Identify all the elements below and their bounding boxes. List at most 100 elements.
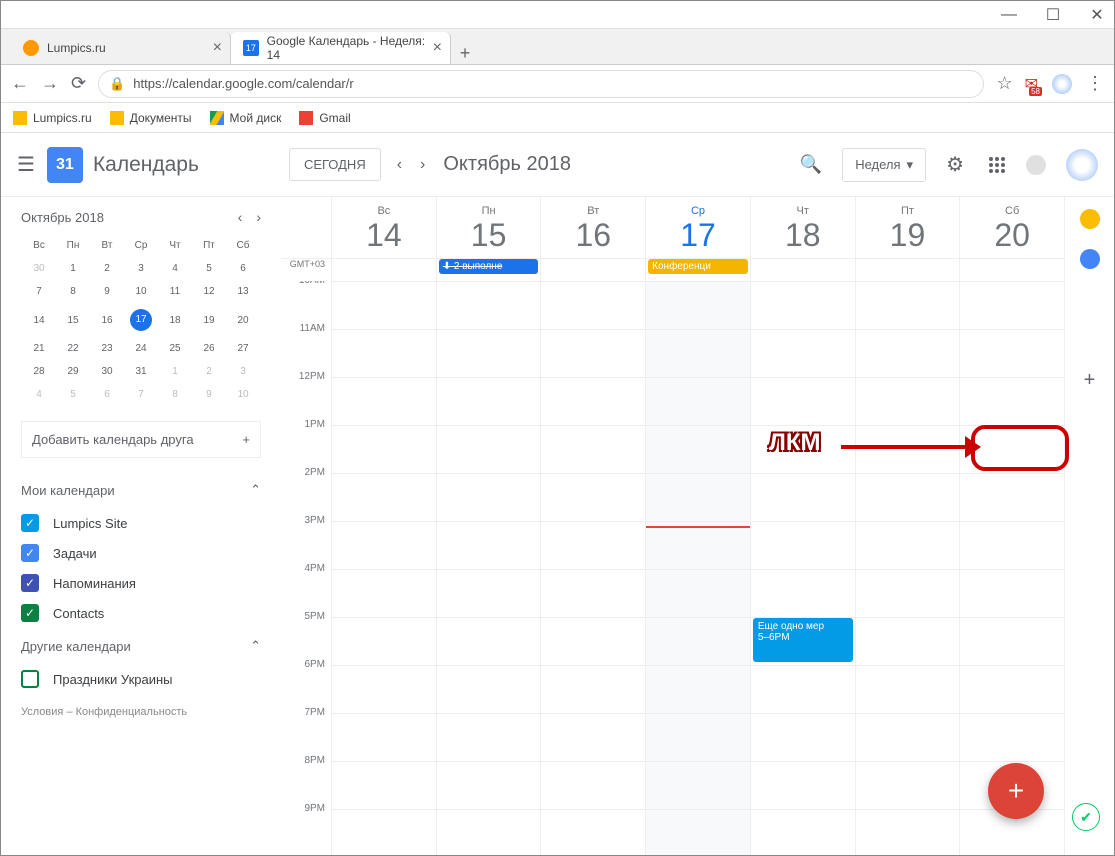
time-cell[interactable]: [750, 761, 855, 809]
mini-day[interactable]: 13: [227, 281, 259, 302]
time-cell[interactable]: [645, 761, 750, 809]
time-cell[interactable]: [331, 809, 436, 855]
mini-day[interactable]: 4: [23, 384, 55, 405]
time-cell[interactable]: [436, 569, 541, 617]
new-tab-button[interactable]: +: [451, 43, 479, 64]
mini-day[interactable]: 1: [57, 258, 89, 279]
time-cell[interactable]: [959, 473, 1064, 521]
bookmark-item[interactable]: Gmail: [299, 111, 350, 125]
time-cell[interactable]: [540, 809, 645, 855]
mini-day[interactable]: 18: [159, 304, 191, 336]
other-calendars-toggle[interactable]: Другие календари ⌃: [21, 628, 261, 664]
mini-day[interactable]: 20: [227, 304, 259, 336]
time-cell[interactable]: [436, 809, 541, 855]
profile-extension-icon[interactable]: [1052, 74, 1072, 94]
time-cell[interactable]: [750, 281, 855, 329]
browser-tab-1[interactable]: 17 Google Календарь - Неделя: 14 ×: [231, 32, 451, 64]
time-cell[interactable]: [645, 569, 750, 617]
mini-day[interactable]: 31: [125, 361, 157, 382]
time-cell[interactable]: [645, 473, 750, 521]
mini-day[interactable]: 5: [57, 384, 89, 405]
time-cell[interactable]: Еще одно мер5–6PM: [750, 617, 855, 665]
time-cell[interactable]: [959, 281, 1064, 329]
checkbox[interactable]: [21, 670, 39, 688]
mini-day[interactable]: 21: [23, 338, 55, 359]
time-cell[interactable]: [645, 713, 750, 761]
mini-day[interactable]: 29: [57, 361, 89, 382]
prev-week-button[interactable]: ‹: [397, 156, 402, 174]
allday-cell[interactable]: [750, 259, 855, 281]
allday-cell[interactable]: [331, 259, 436, 281]
mini-day[interactable]: 15: [57, 304, 89, 336]
mini-day[interactable]: 7: [23, 281, 55, 302]
close-tab-icon[interactable]: ×: [433, 39, 442, 57]
mini-next-button[interactable]: ›: [256, 209, 261, 225]
calendar-item[interactable]: ✓Напоминания: [21, 568, 261, 598]
time-cell[interactable]: [855, 809, 960, 855]
time-cell[interactable]: [540, 713, 645, 761]
time-cell[interactable]: [540, 665, 645, 713]
time-cell[interactable]: [750, 521, 855, 569]
mini-prev-button[interactable]: ‹: [238, 209, 243, 225]
time-cell[interactable]: [331, 377, 436, 425]
mini-day[interactable]: 23: [91, 338, 123, 359]
mini-day[interactable]: 11: [159, 281, 191, 302]
mini-day[interactable]: 30: [23, 258, 55, 279]
forward-button[interactable]: →: [41, 73, 59, 94]
time-cell[interactable]: [855, 569, 960, 617]
bookmark-item[interactable]: Мой диск: [210, 111, 282, 125]
time-cell[interactable]: [331, 473, 436, 521]
time-cell[interactable]: [855, 761, 960, 809]
mini-day[interactable]: 3: [227, 361, 259, 382]
time-cell[interactable]: [645, 425, 750, 473]
event-block[interactable]: Еще одно мер5–6PM: [753, 618, 853, 662]
time-cell[interactable]: [645, 617, 750, 665]
apps-grid-icon[interactable]: [988, 156, 1006, 174]
view-selector[interactable]: Неделя ▾: [842, 148, 926, 182]
time-cell[interactable]: [331, 761, 436, 809]
calendar-item[interactable]: ✓Lumpics Site: [21, 508, 261, 538]
close-window-button[interactable]: ✕: [1090, 8, 1104, 22]
day-header[interactable]: Вс14: [331, 197, 436, 258]
day-header[interactable]: Пн15: [436, 197, 541, 258]
time-cell[interactable]: [540, 617, 645, 665]
time-cell[interactable]: [855, 473, 960, 521]
mini-day[interactable]: 7: [125, 384, 157, 405]
mini-day[interactable]: 6: [91, 384, 123, 405]
mini-day[interactable]: 10: [125, 281, 157, 302]
time-cell[interactable]: [855, 377, 960, 425]
mini-day[interactable]: 3: [125, 258, 157, 279]
mini-day[interactable]: 6: [227, 258, 259, 279]
mini-day[interactable]: 17: [125, 304, 157, 336]
time-cell[interactable]: [750, 329, 855, 377]
time-cell[interactable]: [959, 377, 1064, 425]
day-header[interactable]: Пт19: [855, 197, 960, 258]
my-calendars-toggle[interactable]: Мои календари ⌃: [21, 472, 261, 508]
search-button[interactable]: 🔍: [800, 154, 822, 175]
create-event-fab[interactable]: +: [988, 763, 1044, 819]
star-button[interactable]: ☆: [996, 73, 1012, 94]
time-cell[interactable]: [750, 425, 855, 473]
time-cell[interactable]: [331, 425, 436, 473]
time-cell[interactable]: [540, 329, 645, 377]
calendar-item[interactable]: Праздники Украины: [21, 664, 261, 694]
add-panel-button[interactable]: +: [1084, 369, 1096, 392]
time-cell[interactable]: [959, 617, 1064, 665]
time-cell[interactable]: [959, 665, 1064, 713]
checkbox[interactable]: ✓: [21, 604, 39, 622]
minimize-button[interactable]: —: [1002, 8, 1016, 22]
time-cell[interactable]: [855, 521, 960, 569]
day-header[interactable]: Ср17: [645, 197, 750, 258]
bookmark-item[interactable]: Документы: [110, 111, 192, 125]
time-cell[interactable]: [436, 425, 541, 473]
allday-cell[interactable]: [959, 259, 1064, 281]
time-cell[interactable]: [436, 617, 541, 665]
footer-links[interactable]: Условия – Конфиденциальность: [21, 706, 261, 718]
browser-menu-button[interactable]: ⋮: [1086, 73, 1104, 94]
time-cell[interactable]: [436, 521, 541, 569]
time-cell[interactable]: [855, 665, 960, 713]
mini-day[interactable]: 28: [23, 361, 55, 382]
allday-event[interactable]: Конференци: [648, 259, 748, 274]
time-cell[interactable]: [855, 329, 960, 377]
allday-cell[interactable]: ⬇ 2 выполне: [436, 259, 541, 281]
